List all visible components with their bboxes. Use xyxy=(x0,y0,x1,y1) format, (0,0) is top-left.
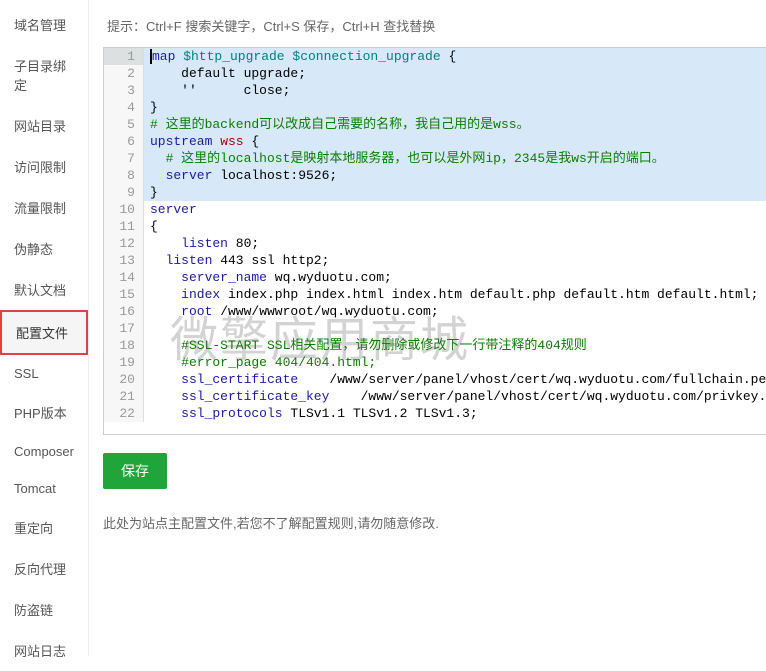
line-number: 9 xyxy=(104,184,144,201)
sidebar-item[interactable]: Tomcat xyxy=(0,470,88,507)
line-number: 16 xyxy=(104,303,144,320)
code-line[interactable]: 19 #error_page 404/404.html; xyxy=(104,354,766,371)
line-number: 3 xyxy=(104,82,144,99)
code-content[interactable]: listen 443 ssl http2; xyxy=(144,252,766,269)
line-number: 7 xyxy=(104,150,144,167)
code-content[interactable]: server xyxy=(144,201,766,218)
code-line[interactable]: 8 server localhost:9526; xyxy=(104,167,766,184)
code-line[interactable]: 1map $http_upgrade $connection_upgrade { xyxy=(104,48,766,65)
code-line[interactable]: 2 default upgrade; xyxy=(104,65,766,82)
code-line[interactable]: 18 #SSL-START SSL相关配置，请勿删除或修改下一行带注释的404规… xyxy=(104,337,766,354)
sidebar-item[interactable]: PHP版本 xyxy=(0,392,88,433)
line-number: 19 xyxy=(104,354,144,371)
code-line[interactable]: 4} xyxy=(104,99,766,116)
code-content[interactable]: '' close; xyxy=(144,82,766,99)
line-number: 20 xyxy=(104,371,144,388)
code-line[interactable]: 14 server_name wq.wyduotu.com; xyxy=(104,269,766,286)
sidebar-item[interactable]: 反向代理 xyxy=(0,548,88,589)
code-line[interactable]: 11{ xyxy=(104,218,766,235)
code-line[interactable]: 15 index index.php index.html index.htm … xyxy=(104,286,766,303)
sidebar-item[interactable]: 网站目录 xyxy=(0,105,88,146)
line-number: 10 xyxy=(104,201,144,218)
line-number: 6 xyxy=(104,133,144,150)
code-content[interactable]: { xyxy=(144,218,766,235)
sidebar-item[interactable]: 重定向 xyxy=(0,507,88,548)
code-content[interactable]: ssl_certificate /www/server/panel/vhost/… xyxy=(144,371,766,388)
code-content[interactable]: upstream wss { xyxy=(144,133,766,150)
line-number: 15 xyxy=(104,286,144,303)
code-line[interactable]: 6upstream wss { xyxy=(104,133,766,150)
line-number: 14 xyxy=(104,269,144,286)
sidebar-item[interactable]: 伪静态 xyxy=(0,228,88,269)
code-line[interactable]: 7 # 这里的localhost是映射本地服务器，也可以是外网ip，2345是我… xyxy=(104,150,766,167)
code-content[interactable]: } xyxy=(144,99,766,116)
line-number: 5 xyxy=(104,116,144,133)
sidebar-item[interactable]: 配置文件 xyxy=(0,310,88,355)
code-line[interactable]: 16 root /www/wwwroot/wq.wyduotu.com; xyxy=(104,303,766,320)
line-number: 17 xyxy=(104,320,144,337)
line-number: 18 xyxy=(104,337,144,354)
sidebar-item[interactable]: 默认文档 xyxy=(0,269,88,310)
code-content[interactable]: #error_page 404/404.html; xyxy=(144,354,766,371)
line-number: 1 xyxy=(104,48,144,65)
sidebar: 域名管理子目录绑定网站目录访问限制流量限制伪静态默认文档配置文件SSLPHP版本… xyxy=(0,0,89,656)
code-content[interactable]: server_name wq.wyduotu.com; xyxy=(144,269,766,286)
code-content[interactable]: root /www/wwwroot/wq.wyduotu.com; xyxy=(144,303,766,320)
line-number: 12 xyxy=(104,235,144,252)
code-content[interactable] xyxy=(144,320,766,337)
sidebar-item[interactable]: 网站日志 xyxy=(0,630,88,671)
sidebar-item[interactable]: SSL xyxy=(0,355,88,392)
sidebar-item[interactable]: 访问限制 xyxy=(0,146,88,187)
sidebar-item[interactable]: 流量限制 xyxy=(0,187,88,228)
line-number: 4 xyxy=(104,99,144,116)
code-content[interactable]: ssl_protocols TLSv1.1 TLSv1.2 TLSv1.3; xyxy=(144,405,766,422)
code-line[interactable]: 3 '' close; xyxy=(104,82,766,99)
editor-hint: 提示：Ctrl+F 搜索关键字，Ctrl+S 保存，Ctrl+H 查找替换 xyxy=(103,10,766,47)
line-number: 22 xyxy=(104,405,144,422)
line-number: 8 xyxy=(104,167,144,184)
code-content[interactable]: # 这里的backend可以改成自己需要的名称，我自己用的是wss。 xyxy=(144,116,766,133)
line-number: 2 xyxy=(104,65,144,82)
line-number: 13 xyxy=(104,252,144,269)
line-number: 21 xyxy=(104,388,144,405)
code-content[interactable]: } xyxy=(144,184,766,201)
code-content[interactable]: default upgrade; xyxy=(144,65,766,82)
config-editor[interactable]: 1map $http_upgrade $connection_upgrade {… xyxy=(103,47,766,435)
code-content[interactable]: server localhost:9526; xyxy=(144,167,766,184)
code-line[interactable]: 12 listen 80; xyxy=(104,235,766,252)
code-content[interactable]: listen 80; xyxy=(144,235,766,252)
code-content[interactable]: index index.php index.html index.htm def… xyxy=(144,286,766,303)
code-line[interactable]: 20 ssl_certificate /www/server/panel/vho… xyxy=(104,371,766,388)
code-content[interactable]: ssl_certificate_key /www/server/panel/vh… xyxy=(144,388,766,405)
sidebar-item[interactable]: 防盗链 xyxy=(0,589,88,630)
code-line[interactable]: 21 ssl_certificate_key /www/server/panel… xyxy=(104,388,766,405)
code-line[interactable]: 22 ssl_protocols TLSv1.1 TLSv1.2 TLSv1.3… xyxy=(104,405,766,422)
sidebar-item[interactable]: 域名管理 xyxy=(0,4,88,45)
main-panel: 提示：Ctrl+F 搜索关键字，Ctrl+S 保存，Ctrl+H 查找替换 1m… xyxy=(89,0,766,656)
code-line[interactable]: 13 listen 443 ssl http2; xyxy=(104,252,766,269)
code-content[interactable]: # 这里的localhost是映射本地服务器，也可以是外网ip，2345是我ws… xyxy=(144,150,766,167)
sidebar-item[interactable]: Composer xyxy=(0,433,88,470)
sidebar-item[interactable]: 子目录绑定 xyxy=(0,45,88,105)
code-line[interactable]: 17 xyxy=(104,320,766,337)
save-button[interactable]: 保存 xyxy=(103,453,167,489)
code-content[interactable]: #SSL-START SSL相关配置，请勿删除或修改下一行带注释的404规则 xyxy=(144,337,766,354)
line-number: 11 xyxy=(104,218,144,235)
code-line[interactable]: 9} xyxy=(104,184,766,201)
code-content[interactable]: map $http_upgrade $connection_upgrade { xyxy=(144,48,766,65)
footer-hint: 此处为站点主配置文件,若您不了解配置规则,请勿随意修改. xyxy=(103,513,766,532)
code-line[interactable]: 10server xyxy=(104,201,766,218)
code-line[interactable]: 5# 这里的backend可以改成自己需要的名称，我自己用的是wss。 xyxy=(104,116,766,133)
